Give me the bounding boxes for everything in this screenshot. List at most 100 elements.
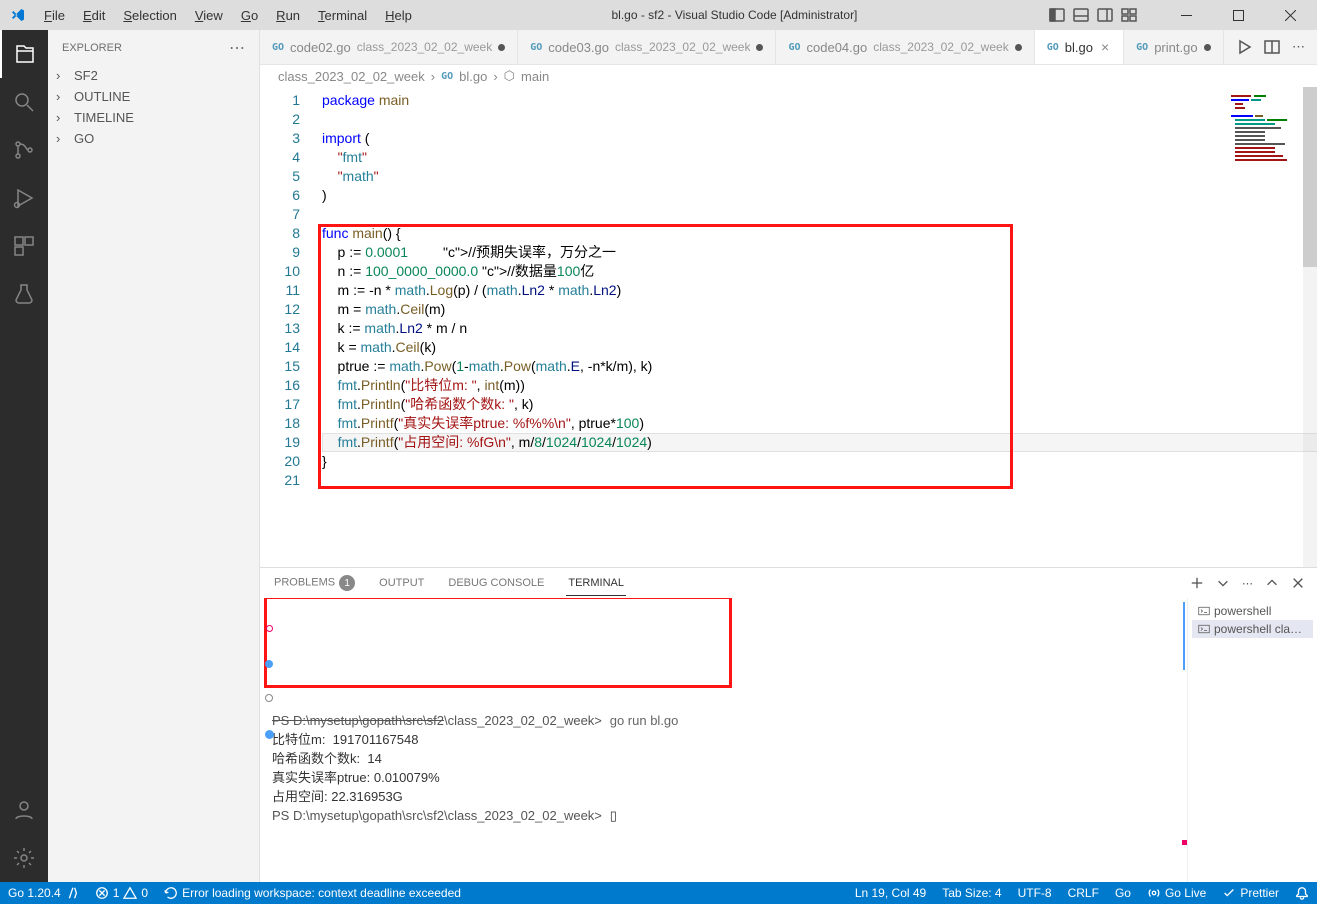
gutter: 123456789101112131415161718192021 xyxy=(260,91,320,490)
terminal-output: 比特位m: 191701167548 xyxy=(272,732,418,747)
panel-tab-problems[interactable]: PROBLEMS1 xyxy=(272,569,357,597)
tab-code03[interactable]: GOcode03.goclass_2023_02_02_week xyxy=(518,30,776,64)
tab-code02[interactable]: GOcode02.goclass_2023_02_02_week xyxy=(260,30,518,64)
panel-tab-terminal[interactable]: TERMINAL xyxy=(566,571,626,596)
sidebar-header: EXPLORER ⋯ xyxy=(48,30,259,65)
menu-help[interactable]: Help xyxy=(377,4,420,27)
activity-account[interactable] xyxy=(0,786,48,834)
status-eol[interactable]: CRLF xyxy=(1060,882,1107,904)
menu-selection[interactable]: Selection xyxy=(115,4,184,27)
activity-explorer[interactable] xyxy=(0,30,48,78)
close-panel-icon[interactable] xyxy=(1291,576,1305,590)
terminal-list: powershell powershell cla… xyxy=(1187,598,1317,882)
tabs-bar: GOcode02.goclass_2023_02_02_week GOcode0… xyxy=(260,30,1317,65)
activity-extensions[interactable] xyxy=(0,222,48,270)
more-icon[interactable]: ⋯ xyxy=(1292,39,1305,55)
gutter-icon xyxy=(265,694,273,702)
layout-panel-icon[interactable] xyxy=(1073,7,1089,23)
menu-view[interactable]: View xyxy=(187,4,231,27)
go-icon: GO xyxy=(441,71,453,82)
sidebar: EXPLORER ⋯ ›SF2 ›OUTLINE ›TIMELINE ›GO xyxy=(48,30,260,882)
sidebar-item-go[interactable]: ›GO xyxy=(48,128,259,149)
go-icon: GO xyxy=(272,42,284,53)
sidebar-item-timeline[interactable]: ›TIMELINE xyxy=(48,107,259,128)
minimap[interactable] xyxy=(1229,93,1301,203)
code-lines[interactable]: package main import ( "fmt" "math" ) fun… xyxy=(322,91,652,471)
status-indent[interactable]: Tab Size: 4 xyxy=(934,882,1009,904)
go-icon: GO xyxy=(1136,42,1148,53)
terminal[interactable]: PS D:\mysetup\gopath\src\sf2\class_2023_… xyxy=(260,598,1177,882)
status-encoding[interactable]: UTF-8 xyxy=(1010,882,1060,904)
layout-icons xyxy=(1049,7,1137,23)
status-problems[interactable]: 1 0 xyxy=(87,882,156,904)
tab-bl[interactable]: GObl.go× xyxy=(1035,30,1124,64)
terminal-output: 哈希函数个数k: 14 xyxy=(272,751,382,766)
layout-sidebar-left-icon[interactable] xyxy=(1049,7,1065,23)
panel-tabs: PROBLEMS1 OUTPUT DEBUG CONSOLE TERMINAL … xyxy=(260,568,1317,598)
sidebar-item-sf2[interactable]: ›SF2 xyxy=(48,65,259,86)
dirty-dot-icon xyxy=(498,44,505,51)
gutter-info-icon xyxy=(265,660,273,668)
terminal-list-item[interactable]: powershell xyxy=(1192,602,1313,620)
tab-print[interactable]: GOprint.go xyxy=(1124,30,1223,64)
code-area[interactable]: 123456789101112131415161718192021 packag… xyxy=(260,87,1317,567)
status-notifications[interactable] xyxy=(1287,882,1317,904)
editor-area: GOcode02.goclass_2023_02_02_week GOcode0… xyxy=(260,30,1317,882)
dirty-dot-icon xyxy=(1204,44,1211,51)
terminal-output: 真实失误率ptrue: 0.010079% xyxy=(272,770,440,785)
chevron-down-icon[interactable] xyxy=(1216,576,1230,590)
menu-run[interactable]: Run xyxy=(268,4,308,27)
sidebar-title: EXPLORER xyxy=(62,42,122,54)
dirty-dot-icon xyxy=(756,44,763,51)
status-error-msg[interactable]: Error loading workspace: context deadlin… xyxy=(156,882,469,904)
new-terminal-icon[interactable] xyxy=(1190,576,1204,590)
activity-scm[interactable] xyxy=(0,126,48,174)
dirty-dot-icon xyxy=(1015,44,1022,51)
go-icon: GO xyxy=(788,42,800,53)
vscode-icon xyxy=(0,7,36,23)
activity-search[interactable] xyxy=(0,78,48,126)
title-bar: File Edit Selection View Go Run Terminal… xyxy=(0,0,1317,30)
more-icon[interactable]: ⋯ xyxy=(1242,577,1253,590)
status-prettier[interactable]: Prettier xyxy=(1214,882,1287,904)
breadcrumb[interactable]: class_2023_02_02_week› GObl.go› ⬡main xyxy=(260,65,1317,87)
panel-tab-debug[interactable]: DEBUG CONSOLE xyxy=(446,571,546,595)
activity-run[interactable] xyxy=(0,174,48,222)
chevron-up-icon[interactable] xyxy=(1265,576,1279,590)
menu-terminal[interactable]: Terminal xyxy=(310,4,375,27)
editor-scrollbar[interactable] xyxy=(1303,87,1317,567)
tab-code04[interactable]: GOcode04.goclass_2023_02_02_week xyxy=(776,30,1034,64)
run-icon[interactable] xyxy=(1236,39,1252,55)
minimize-button[interactable] xyxy=(1163,0,1209,30)
gutter-error-icon xyxy=(266,625,273,632)
split-icon[interactable] xyxy=(1264,39,1280,55)
status-cursor-pos[interactable]: Ln 19, Col 49 xyxy=(847,882,934,904)
annotation-box xyxy=(264,598,732,688)
go-icon: GO xyxy=(1047,42,1059,53)
layout-sidebar-right-icon[interactable] xyxy=(1097,7,1113,23)
go-icon: GO xyxy=(530,42,542,53)
close-button[interactable] xyxy=(1267,0,1313,30)
status-lang[interactable]: Go xyxy=(1107,882,1139,904)
sidebar-item-outline[interactable]: ›OUTLINE xyxy=(48,86,259,107)
close-icon[interactable]: × xyxy=(1099,39,1111,55)
layout-custom-icon[interactable] xyxy=(1121,7,1137,23)
sidebar-more-icon[interactable]: ⋯ xyxy=(229,38,245,58)
menu-file[interactable]: File xyxy=(36,4,73,27)
terminal-list-item[interactable]: powershell cla… xyxy=(1192,620,1313,638)
cube-icon: ⬡ xyxy=(504,68,515,84)
menu-go[interactable]: Go xyxy=(233,4,266,27)
panel-tab-output[interactable]: OUTPUT xyxy=(377,571,426,595)
menu-edit[interactable]: Edit xyxy=(75,4,113,27)
panel: PROBLEMS1 OUTPUT DEBUG CONSOLE TERMINAL … xyxy=(260,567,1317,882)
activity-testing[interactable] xyxy=(0,270,48,318)
maximize-button[interactable] xyxy=(1215,0,1261,30)
gutter-info-icon xyxy=(265,730,274,739)
status-golive[interactable]: Go Live xyxy=(1139,882,1214,904)
activity-bar xyxy=(0,30,48,882)
terminal-output: 占用空间: 22.316953G xyxy=(272,789,403,804)
activity-settings[interactable] xyxy=(0,834,48,882)
status-go-version[interactable]: Go 1.20.4 xyxy=(0,882,87,904)
status-bar: Go 1.20.4 1 0 Error loading workspace: c… xyxy=(0,882,1317,904)
menu-bar: File Edit Selection View Go Run Terminal… xyxy=(36,4,420,27)
